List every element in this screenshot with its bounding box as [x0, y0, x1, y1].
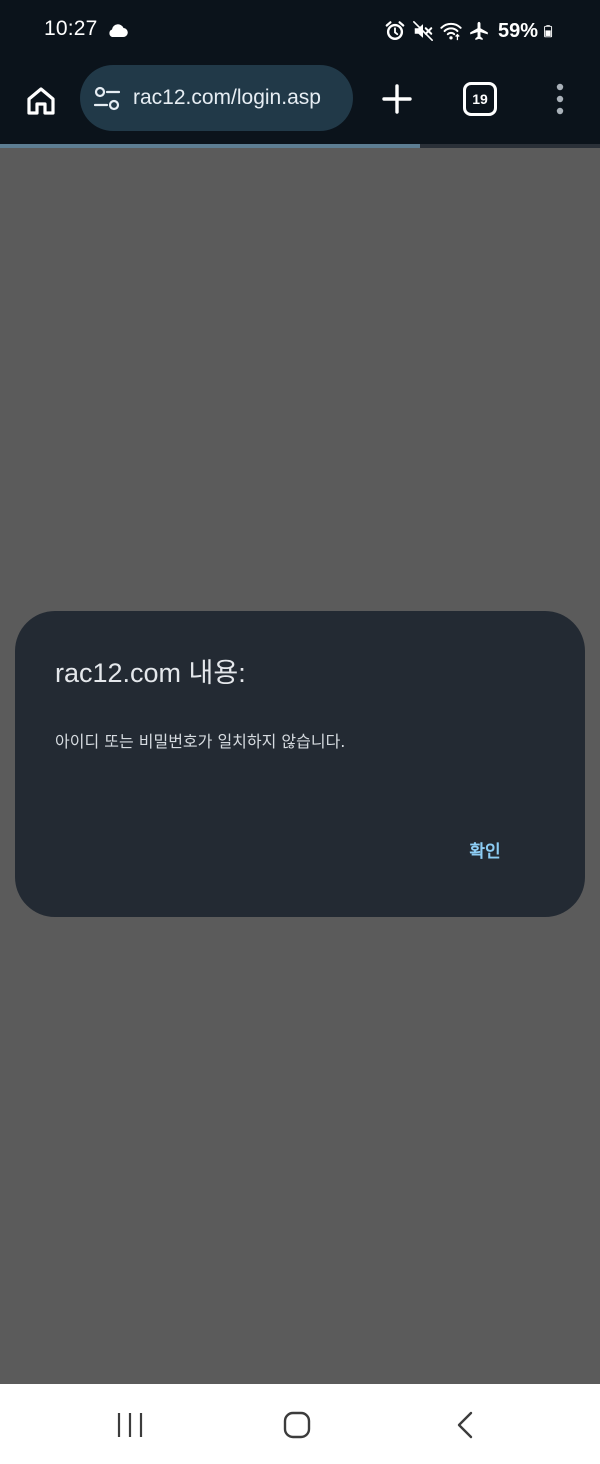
system-nav-bar — [0, 1384, 600, 1464]
recents-icon[interactable] — [112, 1410, 148, 1440]
home-nav-icon[interactable] — [282, 1410, 312, 1440]
battery-level: 59% — [497, 19, 538, 42]
mute-icon — [412, 21, 433, 41]
alert-dialog: rac12.com 내용: 아이디 또는 비밀번호가 일치하지 않습니다. 확인 — [15, 611, 585, 917]
cloud-icon — [109, 24, 128, 38]
tab-switcher-icon[interactable]: 19 — [463, 82, 497, 116]
status-bar: 10:27 59% — [0, 0, 600, 62]
address-bar[interactable]: rac12.com/login.asp — [80, 65, 353, 131]
browser-toolbar: rac12.com/login.asp 19 — [0, 62, 600, 144]
ok-button[interactable]: 확인 — [455, 836, 515, 868]
tab-count: 19 — [472, 91, 488, 107]
home-icon — [27, 87, 55, 115]
status-time: 10:27 — [44, 17, 98, 40]
status-icons: 59% — [384, 16, 558, 46]
screen: 10:27 59% rac12.com/login.asp 19 rac12.c… — [0, 0, 600, 1464]
plus-icon[interactable] — [376, 78, 418, 120]
wifi-icon — [440, 22, 462, 41]
home-button[interactable] — [20, 80, 62, 122]
url-text[interactable]: rac12.com/login.asp — [133, 86, 321, 110]
airplane-icon — [470, 21, 488, 40]
page-load-progress — [0, 144, 600, 148]
back-icon[interactable] — [452, 1410, 478, 1440]
dialog-message: 아이디 또는 비밀번호가 일치하지 않습니다. — [55, 732, 346, 751]
progress-fill — [0, 144, 420, 148]
battery-icon — [544, 25, 553, 38]
more-vert-icon[interactable] — [546, 78, 574, 120]
tune-icon[interactable] — [94, 86, 120, 112]
alarm-icon — [385, 21, 405, 40]
dialog-title: rac12.com 내용: — [55, 658, 246, 688]
